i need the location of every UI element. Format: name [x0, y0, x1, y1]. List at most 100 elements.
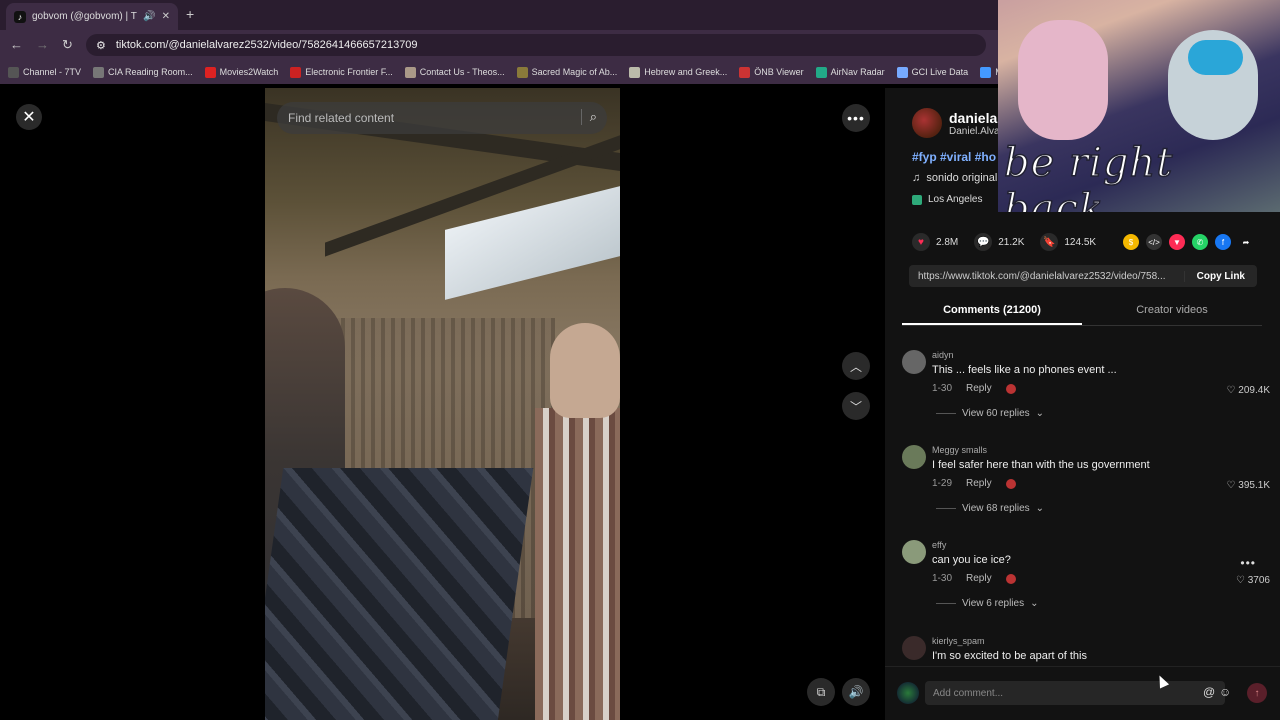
bookmark-item[interactable]: AirNav Radar [815, 66, 885, 78]
divider [936, 508, 956, 509]
heart-outline-icon: ♡ [1226, 480, 1239, 491]
bookmark-item[interactable]: Contact Us - Theos... [404, 66, 505, 78]
bookmark-favicon-icon [204, 66, 216, 78]
commenter-name[interactable]: kierlys_spam [932, 636, 985, 646]
post-comment-button[interactable]: ↑ [1247, 683, 1267, 703]
whatsapp-icon[interactable]: ✆ [1192, 234, 1208, 250]
coin-icon[interactable]: $ [1123, 234, 1139, 250]
bookmark-favicon-icon [8, 66, 19, 78]
search-icon[interactable]: ⌕ [580, 109, 597, 125]
reload-icon[interactable]: ↻ [62, 37, 73, 53]
volume-icon[interactable]: 🔊 [842, 678, 870, 706]
creator-username[interactable]: danielal [949, 110, 1001, 126]
commenter-name[interactable]: aidyn [932, 350, 954, 360]
bookmark-item[interactable]: Hebrew and Greek... [629, 66, 728, 78]
sound-name: sonido original [926, 172, 998, 184]
bookmark-item[interactable]: Sacred Magic of Ab... [516, 66, 618, 78]
share-options: $ </> ▼ ✆ f ➦ [1123, 234, 1254, 250]
commenter-avatar[interactable] [902, 445, 926, 469]
comment-meta: 1-30 Reply [932, 383, 1016, 394]
like-button[interactable]: ♥ 2.8M [912, 233, 958, 251]
comment-like-count: 395.1K [1238, 480, 1270, 491]
commenter-avatar[interactable] [902, 350, 926, 374]
bookmark-label: ÖNB Viewer [754, 67, 804, 77]
url-text: tiktok.com/@danielalvarez2532/video/7582… [115, 39, 418, 51]
comment-like-button[interactable]: ♡ 209.4K [1227, 385, 1270, 396]
floating-player-icon[interactable]: ⧉ [807, 678, 835, 706]
commenter-name[interactable]: effy [932, 540, 946, 550]
share-icon[interactable]: ➦ [1238, 234, 1254, 250]
reply-button[interactable]: Reply [966, 383, 992, 394]
comment-button[interactable]: 💬 21.2K [974, 233, 1024, 251]
bookmark-label: Electronic Frontier F... [305, 67, 393, 77]
view-replies-button[interactable]: View 68 replies ⌄ [936, 503, 1044, 514]
view-replies-label: View 68 replies [962, 503, 1030, 514]
bookmark-item[interactable]: Movies2Watch [204, 66, 278, 78]
related-search-input[interactable]: Find related content ⌕ [277, 102, 607, 134]
comment-like-count: 209.4K [1238, 385, 1270, 396]
bookmark-favicon-icon [980, 66, 992, 78]
creator-avatar[interactable] [912, 108, 942, 138]
reply-button[interactable]: Reply [966, 478, 992, 489]
copy-link-bar: https://www.tiktok.com/@danielalvarez253… [909, 265, 1257, 287]
more-options-icon[interactable]: ••• [842, 104, 870, 132]
bookmark-item[interactable]: Channel - 7TV [8, 66, 81, 78]
speaker-icon[interactable]: 🔊 [143, 11, 155, 22]
close-tab-icon[interactable]: ✕ [162, 11, 170, 22]
tiktok-icon: ♪ [14, 10, 26, 23]
reply-button[interactable]: Reply [966, 573, 992, 584]
new-tab-icon[interactable]: + [186, 6, 194, 22]
bookmark-label: Hebrew and Greek... [644, 67, 728, 77]
tab-comments[interactable]: Comments (21200) [902, 302, 1082, 325]
tab-title: gobvom (@gobvom) | TikTo [32, 11, 137, 22]
bookmark-label: CIA Reading Room... [108, 67, 193, 77]
bookmark-item[interactable]: CIA Reading Room... [93, 66, 193, 78]
comment-input[interactable]: Add comment... [925, 681, 1225, 705]
like-count: 2.8M [936, 236, 959, 248]
bookmark-favicon-icon [815, 66, 827, 78]
browser-tab[interactable]: ♪ gobvom (@gobvom) | TikTo 🔊 ✕ [6, 3, 178, 30]
comment-count: 21.2K [998, 236, 1025, 248]
chevron-down-icon: ⌄ [1035, 503, 1045, 514]
comment-like-button[interactable]: ♡ 395.1K [1227, 480, 1270, 491]
back-icon[interactable]: ← [10, 37, 23, 52]
url-input[interactable]: ⚙ tiktok.com/@danielalvarez2532/video/75… [86, 34, 986, 56]
commenter-avatar[interactable] [902, 636, 926, 660]
view-replies-button[interactable]: View 60 replies ⌄ [936, 408, 1044, 419]
comment-date: 1-30 [932, 383, 953, 394]
cartoon-character-graphic [1018, 20, 1108, 140]
creator-liked-icon [1005, 478, 1016, 489]
comment-like-button[interactable]: ♡ 3706 [1236, 575, 1270, 586]
tab-creator-videos[interactable]: Creator videos [1082, 302, 1262, 325]
emoji-icon[interactable]: ☺ [1219, 685, 1231, 699]
next-video-icon[interactable]: ﹀ [842, 392, 870, 420]
comment-more-icon[interactable]: ••• [1240, 556, 1256, 570]
facebook-icon[interactable]: f [1215, 234, 1231, 250]
mention-icon[interactable]: @ [1203, 685, 1215, 699]
bookmark-label: Sacred Magic of Ab... [531, 67, 618, 77]
forward-icon[interactable]: → [36, 37, 49, 52]
video-hashtags[interactable]: #fyp #viral #ho [912, 150, 996, 164]
view-replies-label: View 6 replies [962, 598, 1025, 609]
bookmark-item[interactable]: Electronic Frontier F... [290, 66, 393, 78]
heart-outline-icon: ♡ [1236, 575, 1248, 586]
bookmark-favicon-icon [739, 66, 751, 78]
music-note-icon: ♫ [912, 172, 921, 184]
view-replies-label: View 60 replies [962, 408, 1030, 419]
commenter-name[interactable]: Meggy smalls [932, 445, 987, 455]
bookmark-item[interactable]: ÖNB Viewer [739, 66, 804, 78]
previous-video-icon[interactable]: ︿ [842, 352, 870, 380]
site-info-icon[interactable]: ⚙ [96, 39, 106, 52]
save-button[interactable]: 🔖 124.5K [1040, 233, 1096, 251]
sound-link[interactable]: ♫ sonido original [912, 172, 997, 184]
close-icon[interactable]: ✕ [16, 104, 42, 130]
commenter-avatar[interactable] [902, 540, 926, 564]
video-player[interactable]: Find related content ⌕ [265, 88, 620, 720]
view-replies-button[interactable]: View 6 replies ⌄ [936, 598, 1038, 609]
send-icon[interactable]: ▼ [1169, 234, 1185, 250]
location-tag[interactable]: Los Angeles [912, 194, 983, 205]
copy-link-button[interactable]: Copy Link [1183, 270, 1257, 282]
embed-icon[interactable]: </> [1146, 234, 1162, 250]
comment-text: This ... feels like a no phones event ..… [932, 364, 1117, 376]
bookmark-item[interactable]: GCI Live Data [896, 66, 968, 78]
